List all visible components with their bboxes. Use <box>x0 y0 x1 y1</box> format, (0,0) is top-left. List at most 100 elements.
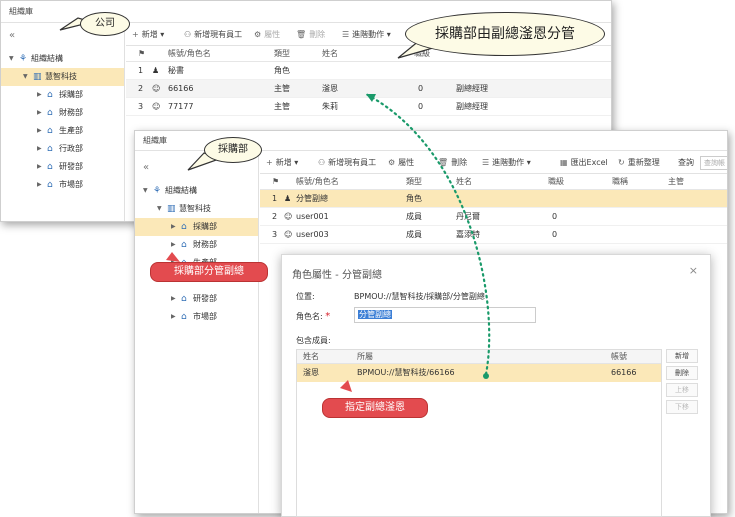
callout-vp-role: 採購部分管副總 <box>150 262 268 282</box>
caret-right-icon[interactable]: ▶ <box>171 290 176 308</box>
caret-down-icon[interactable]: ▼ <box>9 50 14 68</box>
col-type[interactable]: 類型 <box>406 174 422 190</box>
table-row[interactable]: ☺ 2 66166 主管 滏恩 0 副總經理 <box>126 80 611 98</box>
caret-right-icon[interactable]: ▶ <box>37 104 42 122</box>
caret-right-icon[interactable]: ▶ <box>37 122 42 140</box>
caret-right-icon[interactable]: ▶ <box>37 176 42 194</box>
table-row[interactable]: ♟ 1 分管副總 角色 <box>260 190 727 208</box>
caret-right-icon[interactable]: ▶ <box>37 140 42 158</box>
tree-node-label: 生產部 <box>59 126 83 135</box>
org-tree-panel: « ▼ ⚘ 組織結構 ▼ ▥ 慧智科技 ▶ ⌂ 採購部 ▶ ⌂ 財務部 ▶ ⌂ 生產部 ▶ ⌂ 行政部 ▶ ⌂ 研發部 ▶… <box>1 24 125 221</box>
cell-no: 2 <box>272 212 278 221</box>
add-existing-staff-button[interactable]: ⚇ 新增現有員工 <box>318 157 376 169</box>
table-row[interactable]: ♟ 1 秘書 角色 <box>126 62 611 80</box>
cell-title: 副總經理 <box>456 102 488 111</box>
home-icon: ⌂ <box>47 108 53 118</box>
member-add-button[interactable]: 新增 <box>666 349 698 363</box>
table-row[interactable]: ☺ 2 user001 成員 丹尼爾 0 <box>260 208 727 226</box>
col-level[interactable]: 職級 <box>414 46 430 62</box>
search-input[interactable]: 查詢帳 <box>700 156 727 170</box>
properties-button[interactable]: ⚙ 屬性 <box>254 29 280 41</box>
org-tree: ▼ ⚘ 組織結構 ▼ ▥ 慧智科技 ▶ ⌂ 採購部 ▶ ⌂ 財務部 ▶ ⌂ 生產部 ▶ ⌂ 行政部 ▶ ⌂ 研發部 ▶ ⌂ 市… <box>1 50 124 194</box>
advanced-actions-button[interactable]: ☰ 進階動作 ▾ <box>342 29 391 41</box>
caret-down-icon[interactable]: ▼ <box>157 200 162 218</box>
tree-node[interactable]: ▶ ⌂ 行政部 <box>1 140 124 158</box>
trash-icon: 🗑 <box>296 30 307 39</box>
list-icon: ☰ <box>342 30 350 39</box>
caret-right-icon[interactable]: ▶ <box>171 236 176 254</box>
member-row[interactable]: 滏恩 BPMOU://慧智科技/66166 66166 <box>297 364 661 382</box>
properties-button[interactable]: ⚙ 屬性 <box>388 157 414 169</box>
add-button[interactable]: + 新增 ▾ <box>132 29 164 41</box>
col-name[interactable]: 姓名 <box>322 46 338 62</box>
trash-icon: 🗑 <box>438 158 449 167</box>
members-header: 姓名 所屬 帳號 <box>297 350 661 364</box>
caret-down-icon[interactable]: ▼ <box>143 182 148 200</box>
mcol-belongs[interactable]: 所屬 <box>357 350 373 364</box>
required-marker: * <box>325 311 331 322</box>
location-label: 位置: <box>296 292 315 301</box>
col-level[interactable]: 職級 <box>548 174 564 190</box>
col-name[interactable]: 姓名 <box>456 174 472 190</box>
tree-node[interactable]: ▶ ⌂ 生產部 <box>1 122 124 140</box>
tree-node[interactable]: ▶ ⌂ 採購部 <box>1 86 124 104</box>
tree-node[interactable]: ▶ ⌂ 財務部 <box>1 104 124 122</box>
table-row[interactable]: ☺ 3 user003 成員 嘉添特 0 <box>260 226 727 244</box>
cell-title: 副總經理 <box>456 84 488 93</box>
member-up-button[interactable]: 上移 <box>666 383 698 397</box>
delete-button[interactable]: 🗑 刪除 <box>438 157 467 169</box>
member-belongs: BPMOU://慧智科技/66166 <box>357 368 455 377</box>
role-icon: ♟ <box>284 194 292 203</box>
cell-name: 朱莉 <box>322 102 338 111</box>
tree-node[interactable]: ▶ ⌂ 研發部 <box>1 158 124 176</box>
mcol-name[interactable]: 姓名 <box>303 350 319 364</box>
col-type[interactable]: 類型 <box>274 46 290 62</box>
add-button[interactable]: + 新增 ▾ <box>266 157 298 169</box>
cell-no: 1 <box>272 194 278 203</box>
table-row[interactable]: ☺ 3 77177 主管 朱莉 0 副總經理 <box>126 98 611 116</box>
tree-node[interactable]: ▼ ▥ 慧智科技 <box>1 68 124 86</box>
tree-node[interactable]: ▶ ⌂ 採購部 <box>135 218 258 236</box>
refresh-button[interactable]: ↻ 重新整理 <box>618 157 660 169</box>
caret-right-icon[interactable]: ▶ <box>37 86 42 104</box>
role-name-input[interactable]: 分管副總 <box>354 307 536 323</box>
cell-no: 2 <box>138 84 144 93</box>
cell-account: 秘書 <box>168 66 184 75</box>
collapse-panel-icon[interactable]: « <box>9 30 15 41</box>
members-label: 包含成員: <box>296 336 331 345</box>
cell-level: 0 <box>552 230 558 239</box>
chevron-down-icon: ▾ <box>160 30 165 39</box>
delete-button[interactable]: 🗑 刪除 <box>296 29 325 41</box>
member-grid: ⚑ 帳號/角色名 類型 姓名 職級 ♟ 1 秘書 角色 ☺ 2 66166 主管 滏恩 0 副總經理… <box>126 46 611 116</box>
cell-account: 66166 <box>168 84 194 93</box>
plus-icon: + <box>266 158 273 167</box>
col-account[interactable]: 帳號/角色名 <box>296 174 339 190</box>
role-name-value: 分管副總 <box>358 310 392 319</box>
tree-node[interactable]: ▼ ⚘ 組織結構 <box>135 182 258 200</box>
close-icon[interactable]: × <box>689 264 698 277</box>
caret-down-icon[interactable]: ▼ <box>23 68 28 86</box>
mcol-account[interactable]: 帳號 <box>611 350 627 364</box>
add-existing-staff-button[interactable]: ⚇ 新增現有員工 <box>184 29 242 41</box>
tree-node-label: 市場部 <box>193 312 217 321</box>
caret-right-icon[interactable]: ▶ <box>171 218 176 236</box>
tree-node[interactable]: ▼ ▥ 慧智科技 <box>135 200 258 218</box>
home-icon: ⌂ <box>47 90 53 100</box>
caret-right-icon[interactable]: ▶ <box>37 158 42 176</box>
export-excel-button[interactable]: ▦ 匯出Excel <box>560 157 608 169</box>
collapse-panel-icon[interactable]: « <box>143 162 149 173</box>
member-down-button[interactable]: 下移 <box>666 400 698 414</box>
home-icon: ⌂ <box>181 222 187 232</box>
member-delete-button[interactable]: 刪除 <box>666 366 698 380</box>
tree-node[interactable]: ▼ ⚘ 組織結構 <box>1 50 124 68</box>
tree-node[interactable]: ▶ ⌂ 研發部 <box>135 290 258 308</box>
col-title[interactable]: 職稱 <box>612 174 628 190</box>
col-manager[interactable]: 主管 <box>668 174 684 190</box>
tree-node-label: 財務部 <box>193 240 217 249</box>
col-account[interactable]: 帳號/角色名 <box>168 46 211 62</box>
caret-right-icon[interactable]: ▶ <box>171 308 176 326</box>
tree-node[interactable]: ▶ ⌂ 市場部 <box>1 176 124 194</box>
tree-node[interactable]: ▶ ⌂ 財務部 <box>135 236 258 254</box>
advanced-actions-button[interactable]: ☰ 進階動作 ▾ <box>482 157 531 169</box>
tree-node[interactable]: ▶ ⌂ 市場部 <box>135 308 258 326</box>
